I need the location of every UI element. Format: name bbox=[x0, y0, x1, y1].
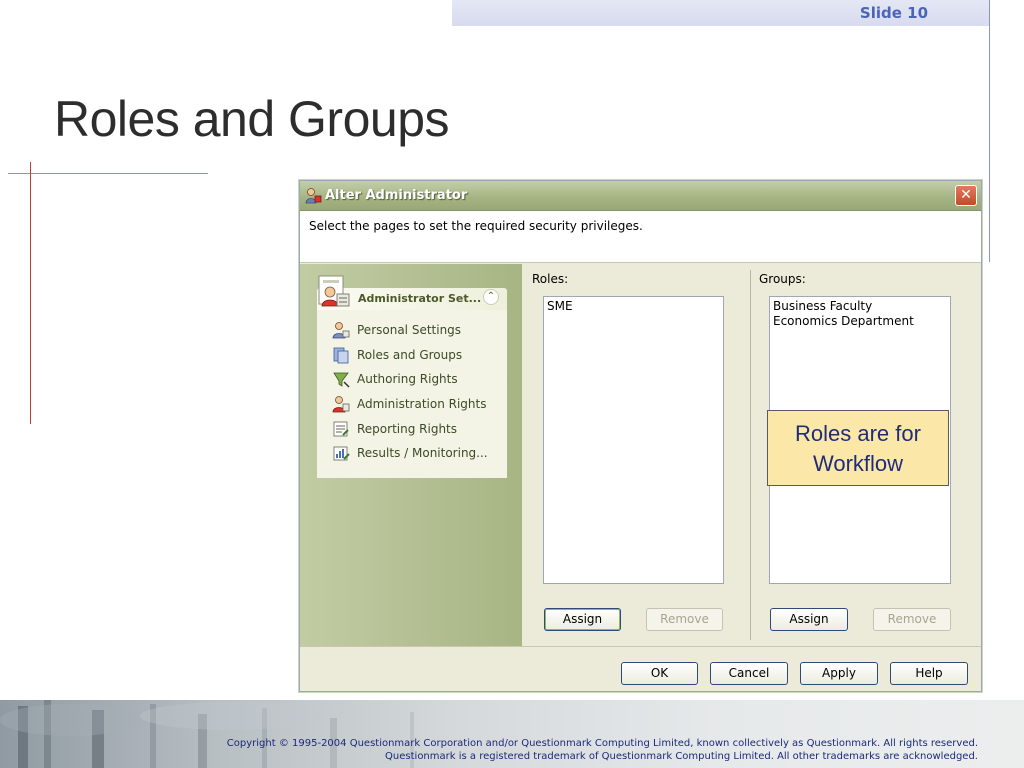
callout-line: Workflow bbox=[812, 451, 904, 476]
panel-body: Personal Settings Roles and Groups Autho… bbox=[317, 310, 507, 478]
task-item-label: Personal Settings bbox=[357, 323, 462, 337]
personal-settings-icon bbox=[332, 322, 350, 339]
collapse-button[interactable]: ⌃ bbox=[483, 289, 499, 305]
decorative-line bbox=[30, 162, 31, 424]
content-pane: Roles: SME Assign Remove Groups: Busines… bbox=[522, 264, 981, 646]
trademark-line: Questionmark is a registered trademark o… bbox=[385, 751, 978, 762]
administrator-settings-icon bbox=[318, 275, 350, 307]
decorative-line bbox=[8, 173, 208, 174]
task-item-reporting-rights[interactable]: Reporting Rights bbox=[332, 419, 502, 439]
reporting-rights-icon bbox=[333, 421, 349, 437]
task-item-label: Reporting Rights bbox=[357, 422, 458, 436]
task-item-roles-and-groups[interactable]: Roles and Groups bbox=[332, 345, 502, 365]
task-item-results-monitoring[interactable]: Results / Monitoring... bbox=[332, 443, 502, 463]
alter-administrator-dialog: Alter Administrator ✕ Select the pages t… bbox=[299, 180, 982, 692]
chevron-up-icon: ⌃ bbox=[486, 291, 496, 302]
close-button[interactable]: ✕ bbox=[955, 185, 977, 206]
roles-remove-button[interactable]: Remove bbox=[646, 608, 723, 631]
roles-groups-icon bbox=[333, 347, 349, 364]
roles-list[interactable]: SME bbox=[543, 296, 724, 584]
dialog-title: Alter Administrator bbox=[325, 188, 468, 203]
slide-number: Slide 10 bbox=[859, 4, 928, 22]
dialog-title-bar[interactable]: Alter Administrator ✕ bbox=[300, 181, 981, 211]
instruction-text: Select the pages to set the required sec… bbox=[309, 219, 643, 233]
task-item-authoring-rights[interactable]: Authoring Rights bbox=[332, 369, 502, 389]
instruction-pane: Select the pages to set the required sec… bbox=[300, 211, 981, 263]
divider bbox=[750, 270, 751, 640]
panel-title: Administrator Set... bbox=[358, 292, 482, 305]
callout-note: Roles are for Workflow bbox=[767, 410, 949, 486]
list-item[interactable]: Economics Department bbox=[773, 314, 914, 328]
copyright-line: Copyright © 1995-2004 Questionmark Corpo… bbox=[226, 738, 978, 749]
panel-header[interactable]: Administrator Set... ⌃ bbox=[317, 274, 507, 310]
roles-label: Roles: bbox=[532, 272, 569, 286]
cancel-button[interactable]: Cancel bbox=[710, 662, 788, 685]
list-item[interactable]: Business Faculty bbox=[773, 299, 872, 313]
dialog-footer: OK Cancel Apply Help bbox=[300, 646, 981, 691]
authoring-rights-icon bbox=[333, 372, 350, 388]
slide-title: Roles and Groups bbox=[54, 91, 450, 147]
results-monitoring-icon bbox=[333, 446, 350, 461]
groups-assign-button[interactable]: Assign bbox=[770, 608, 848, 631]
task-item-label: Authoring Rights bbox=[357, 372, 458, 386]
task-item-label: Results / Monitoring... bbox=[357, 446, 488, 460]
task-item-label: Roles and Groups bbox=[357, 348, 463, 362]
task-item-personal-settings[interactable]: Personal Settings bbox=[332, 320, 502, 340]
groups-label: Groups: bbox=[759, 272, 806, 286]
groups-remove-button[interactable]: Remove bbox=[873, 608, 951, 631]
ok-button[interactable]: OK bbox=[621, 662, 698, 685]
decorative-line bbox=[989, 0, 990, 262]
copyright-notice: Copyright © 1995-2004 Questionmark Corpo… bbox=[227, 737, 978, 763]
list-item[interactable]: SME bbox=[547, 299, 573, 313]
administration-rights-icon bbox=[332, 396, 350, 413]
footer-banner: Copyright © 1995-2004 Questionmark Corpo… bbox=[0, 700, 1024, 768]
roles-assign-button[interactable]: Assign bbox=[544, 608, 621, 631]
help-button[interactable]: Help bbox=[890, 662, 968, 685]
callout-line: Roles are for bbox=[795, 421, 921, 446]
task-pane: Administrator Set... ⌃ Personal Settings bbox=[300, 264, 522, 646]
slide-header-band: Slide 10 bbox=[452, 0, 990, 26]
task-item-administration-rights[interactable]: Administration Rights bbox=[332, 394, 502, 414]
close-icon: ✕ bbox=[960, 187, 972, 203]
task-item-label: Administration Rights bbox=[357, 397, 487, 411]
administrator-settings-panel: Administrator Set... ⌃ Personal Settings bbox=[317, 274, 507, 478]
administrator-icon bbox=[305, 188, 322, 204]
apply-button[interactable]: Apply bbox=[800, 662, 878, 685]
